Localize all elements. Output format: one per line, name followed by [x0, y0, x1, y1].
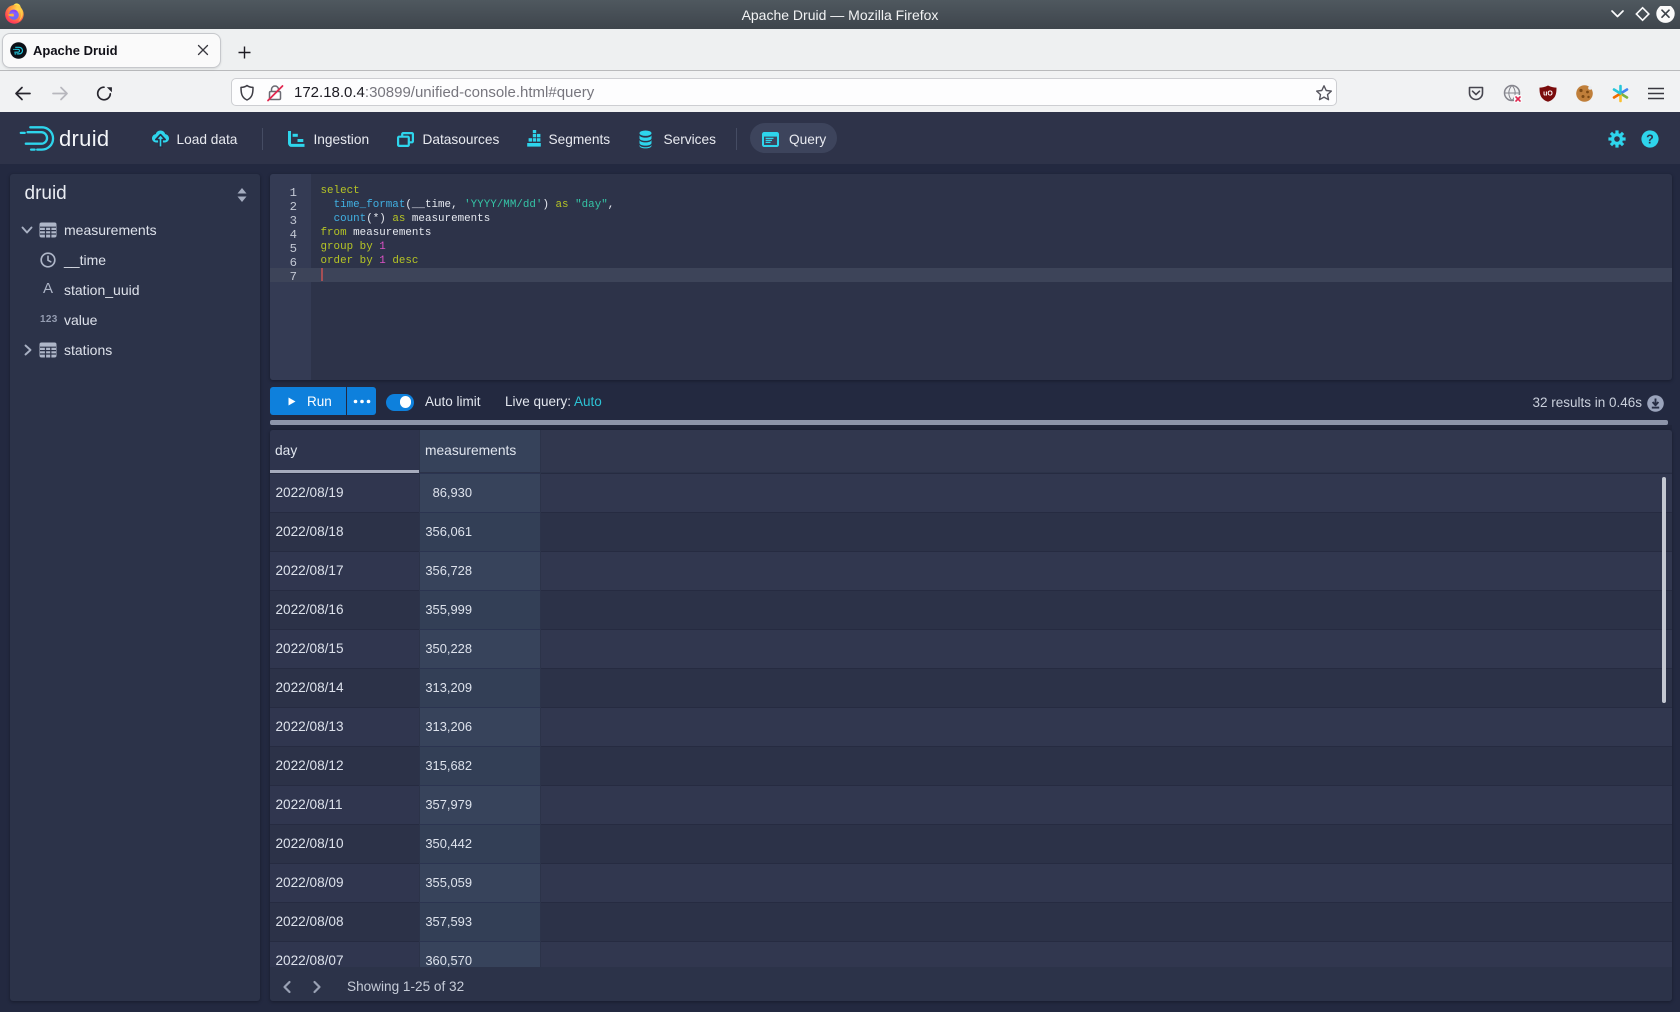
svg-text:uO: uO [1543, 91, 1553, 98]
svg-text:?: ? [1646, 132, 1654, 146]
